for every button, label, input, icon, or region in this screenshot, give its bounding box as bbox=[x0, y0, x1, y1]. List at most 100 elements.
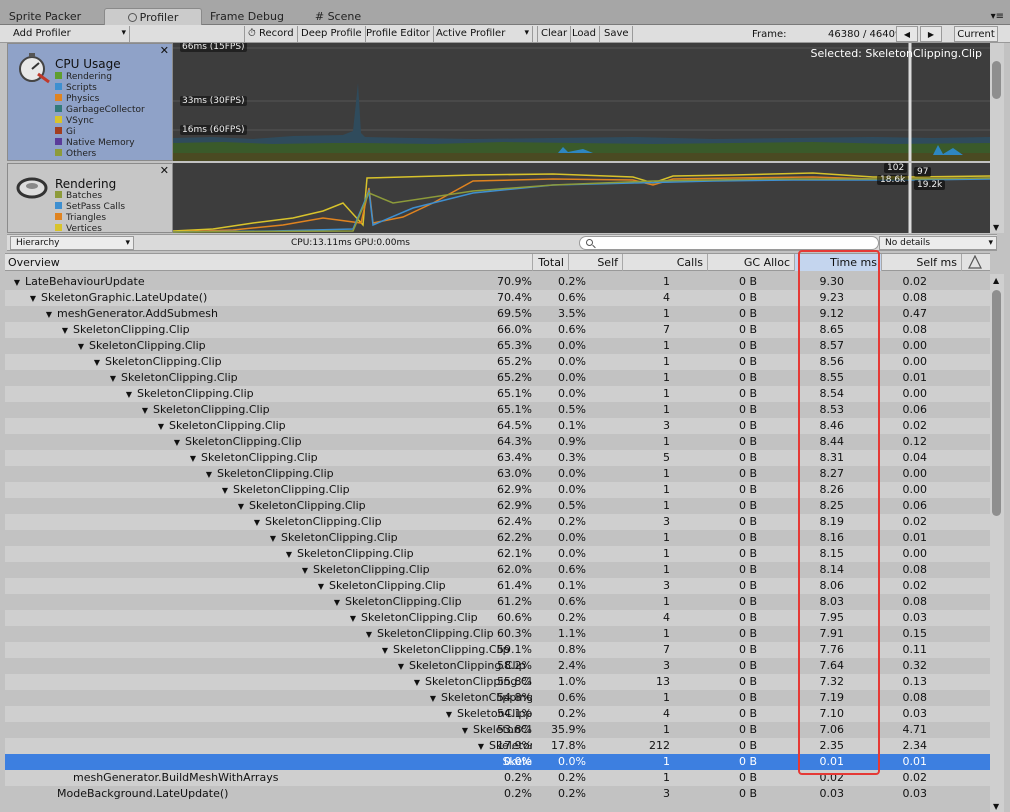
legend-item-others[interactable]: Others bbox=[55, 149, 145, 160]
expand-triangle-icon[interactable]: ▼ bbox=[393, 659, 409, 674]
expand-triangle-icon[interactable]: ▼ bbox=[457, 723, 473, 738]
table-row[interactable]: ▼ SkeletonClipping 54.8% 0.6% 1 0 B 7.19 0.08 bbox=[5, 690, 990, 706]
record-button[interactable]: ⏱ Record bbox=[244, 26, 298, 42]
expand-triangle-icon[interactable]: ▼ bbox=[297, 563, 313, 578]
expand-triangle-icon[interactable]: ▼ bbox=[137, 403, 153, 418]
column-self-ms[interactable]: Self ms bbox=[882, 254, 962, 271]
expand-triangle-icon[interactable]: ▼ bbox=[89, 355, 105, 370]
legend-item-gi[interactable]: Gi bbox=[55, 127, 145, 138]
prev-frame-button[interactable]: ◀ bbox=[896, 26, 918, 42]
expand-triangle-icon[interactable]: ▼ bbox=[153, 419, 169, 434]
table-row[interactable]: ▼ SkeletonClipping.Clip 63.0% 0.0% 1 0 B 8.27 0… bbox=[5, 466, 990, 482]
table-row[interactable]: ▼ SkeletonClipping.Clip 62.4% 0.2% 3 0 B 8.19 0… bbox=[5, 514, 990, 530]
clear-button[interactable]: Clear bbox=[537, 26, 572, 42]
table-row[interactable]: ▼ SkeletonClipping.Clip 61.4% 0.1% 3 0 B 8.06 0… bbox=[5, 578, 990, 594]
table-row[interactable]: ▼ SkeletonClipping.Clip 64.5% 0.1% 3 0 B 8.46 0… bbox=[5, 418, 990, 434]
table-row[interactable]: ▼ SkeletonClipping.Clip 63.4% 0.3% 5 0 B 8.31 0… bbox=[5, 450, 990, 466]
save-button[interactable]: Save bbox=[601, 26, 633, 42]
legend-item-rendering[interactable]: Rendering bbox=[55, 72, 145, 83]
table-row[interactable]: ▼ SkeletonClipping.Clip 62.1% 0.0% 1 0 B 8.15 0… bbox=[5, 546, 990, 562]
expand-triangle-icon[interactable]: ▼ bbox=[329, 595, 345, 610]
table-row[interactable]: ▼ SkeletonClipping.Clip 59.1% 0.8% 7 0 B 7.76 0… bbox=[5, 642, 990, 658]
table-row[interactable]: ▼ SkeletonClipping.Clip 65.1% 0.0% 1 0 B 8.54 0… bbox=[5, 386, 990, 402]
column-self[interactable]: Self bbox=[569, 254, 623, 271]
hierarchy-scrollbar[interactable]: ▲ ▼ bbox=[990, 274, 1004, 812]
scrollbar-thumb[interactable] bbox=[992, 290, 1001, 516]
table-row[interactable]: ▼ SkeletonClipping.Clip 58.2% 2.4% 3 0 B 7.64 0… bbox=[5, 658, 990, 674]
search-input[interactable] bbox=[579, 236, 879, 250]
column-overview[interactable]: Overview bbox=[5, 254, 533, 271]
legend-item-garbage-collector[interactable]: GarbageCollector bbox=[55, 105, 145, 116]
deep-profile-button[interactable]: Deep Profile bbox=[298, 26, 366, 42]
legend-item-vsync[interactable]: VSync bbox=[55, 116, 145, 127]
details-dropdown[interactable]: No details bbox=[879, 236, 997, 250]
expand-triangle-icon[interactable]: ▼ bbox=[233, 499, 249, 514]
profile-editor-button[interactable]: Profile Editor bbox=[363, 26, 434, 42]
expand-triangle-icon[interactable]: ▼ bbox=[249, 515, 265, 530]
legend-item-native-memory[interactable]: Native Memory bbox=[55, 138, 145, 149]
table-row[interactable]: ▼ SkeletonClipping.Cli 55.8% 1.0% 13 0 B 7.32 0… bbox=[5, 674, 990, 690]
table-row[interactable]: ▼ SkeletonGraphic.LateUpdate() 70.4% 0.6% 4 0… bbox=[5, 290, 990, 306]
expand-triangle-icon[interactable]: ▼ bbox=[281, 547, 297, 562]
legend-item-setpass-calls[interactable]: SetPass Calls bbox=[55, 202, 125, 213]
expand-triangle-icon[interactable]: ▼ bbox=[345, 611, 361, 626]
table-row[interactable]: ▼ SkeletonClipping.Clip 62.2% 0.0% 1 0 B 8.16 0… bbox=[5, 530, 990, 546]
table-row[interactable]: ▼ SkeletonClipping.Clip 64.3% 0.9% 1 0 B 8.44 0… bbox=[5, 434, 990, 450]
table-row[interactable]: ▼ meshGenerator.AddSubmesh 69.5% 3.5% 1 0 B 9.… bbox=[5, 306, 990, 322]
expand-triangle-icon[interactable]: ▼ bbox=[121, 387, 137, 402]
tab-scene[interactable]: # Scene bbox=[308, 8, 368, 25]
table-row[interactable]: ▼ SkeletonClipping.Clip 62.9% 0.5% 1 0 B 8.25 0… bbox=[5, 498, 990, 514]
expand-triangle-icon[interactable]: ▼ bbox=[361, 627, 377, 642]
table-row[interactable]: ModeBackground.LateUpdate() 0.2% 0.2% 3 0 B 0… bbox=[5, 786, 990, 802]
column-time-ms[interactable]: Time ms bbox=[795, 254, 882, 271]
cpu-usage-graph[interactable]: 66ms (15FPS) 33ms (30FPS) 16ms (60FPS) S… bbox=[173, 43, 990, 161]
expand-triangle-icon[interactable]: ▼ bbox=[409, 675, 425, 690]
expand-triangle-icon[interactable]: ▼ bbox=[217, 483, 233, 498]
close-icon[interactable]: ✕ bbox=[160, 44, 169, 57]
table-row[interactable]: ▼ SkeletonClipping.Clip 65.3% 0.0% 1 0 B 8.57 0… bbox=[5, 338, 990, 354]
table-row[interactable]: ▼ SkeletonClipping.Clip 60.6% 0.2% 4 0 B 7.95 0… bbox=[5, 610, 990, 626]
selected-table-row[interactable]: Skele 0.0% 0.0% 1 0 B 0.01 0.01 bbox=[5, 754, 990, 770]
rendering-graph[interactable]: 102 97 18.6k 19.2k bbox=[173, 163, 990, 233]
legend-item-physics[interactable]: Physics bbox=[55, 94, 145, 105]
table-row[interactable]: ▼ SkeletonClipping.Clip 60.3% 1.1% 1 0 B 7.91 0… bbox=[5, 626, 990, 642]
expand-triangle-icon[interactable]: ▼ bbox=[377, 643, 393, 658]
expand-triangle-icon[interactable]: ▼ bbox=[105, 371, 121, 386]
table-row[interactable]: ▼ SkeletonClipping.Clip 66.0% 0.6% 7 0 B 8.65 0… bbox=[5, 322, 990, 338]
expand-triangle-icon[interactable]: ▼ bbox=[185, 451, 201, 466]
view-mode-dropdown[interactable]: Hierarchy bbox=[10, 236, 134, 250]
tab-sprite-packer[interactable]: Sprite Packer bbox=[0, 8, 90, 25]
expand-triangle-icon[interactable]: ▼ bbox=[25, 291, 41, 306]
table-row[interactable]: ▼ SkeletonClipping.Clip 62.0% 0.6% 1 0 B 8.14 0… bbox=[5, 562, 990, 578]
window-menu-icon[interactable]: ▾≡ bbox=[991, 11, 1004, 22]
scroll-down-icon[interactable]: ▼ bbox=[993, 223, 999, 232]
table-row[interactable]: ▼ SkeletonClipping.Clip 61.2% 0.6% 1 0 B 8.03 0… bbox=[5, 594, 990, 610]
expand-triangle-icon[interactable]: ▼ bbox=[473, 739, 489, 754]
table-row[interactable]: ▼ Skeletor 17.9% 17.8% 212 0 B 2.35 2.34 bbox=[5, 738, 990, 754]
load-button[interactable]: Load bbox=[569, 26, 600, 42]
table-row[interactable]: ▼ SkeletonClipping.Clip 65.2% 0.0% 1 0 B 8.56 0… bbox=[5, 354, 990, 370]
expand-triangle-icon[interactable]: ▼ bbox=[41, 307, 57, 322]
expand-triangle-icon[interactable]: ▼ bbox=[9, 275, 25, 290]
current-frame-button[interactable]: Current bbox=[954, 26, 998, 42]
close-icon[interactable]: ✕ bbox=[160, 164, 169, 177]
expand-triangle-icon[interactable]: ▼ bbox=[73, 339, 89, 354]
active-profiler-dropdown[interactable]: Active Profiler bbox=[433, 26, 533, 42]
table-row[interactable]: ▼ SkeletonClipp 54.1% 0.2% 4 0 B 7.10 0.03 bbox=[5, 706, 990, 722]
scroll-down-icon[interactable]: ▼ bbox=[993, 802, 999, 811]
expand-triangle-icon[interactable]: ▼ bbox=[57, 323, 73, 338]
expand-triangle-icon[interactable]: ▼ bbox=[313, 579, 329, 594]
table-row[interactable]: ▼ SkeletonClipping.Clip 62.9% 0.0% 1 0 B 8.26 0… bbox=[5, 482, 990, 498]
table-row[interactable]: ▼ LateBehaviourUpdate 70.9% 0.2% 1 0 B 9.30 0.0… bbox=[5, 274, 990, 290]
column-calls[interactable]: Calls bbox=[623, 254, 708, 271]
table-row[interactable]: meshGenerator.BuildMeshWithArrays 0.2% 0.2… bbox=[5, 770, 990, 786]
table-row[interactable]: ▼ SkeletonClipping.Clip 65.2% 0.0% 1 0 B 8.55 0… bbox=[5, 370, 990, 386]
graph-scrollbar[interactable]: ▼ bbox=[990, 43, 1004, 233]
add-profiler-dropdown[interactable]: Add Profiler bbox=[10, 26, 130, 42]
scrollbar-thumb[interactable] bbox=[992, 61, 1001, 99]
expand-triangle-icon[interactable]: ▼ bbox=[169, 435, 185, 450]
expand-triangle-icon[interactable]: ▼ bbox=[425, 691, 441, 706]
legend-item-triangles[interactable]: Triangles bbox=[55, 213, 125, 224]
warning-icon[interactable] bbox=[968, 255, 982, 269]
rendering-panel[interactable]: Rendering ✕ Batches SetPass Calls Triang… bbox=[7, 163, 173, 234]
